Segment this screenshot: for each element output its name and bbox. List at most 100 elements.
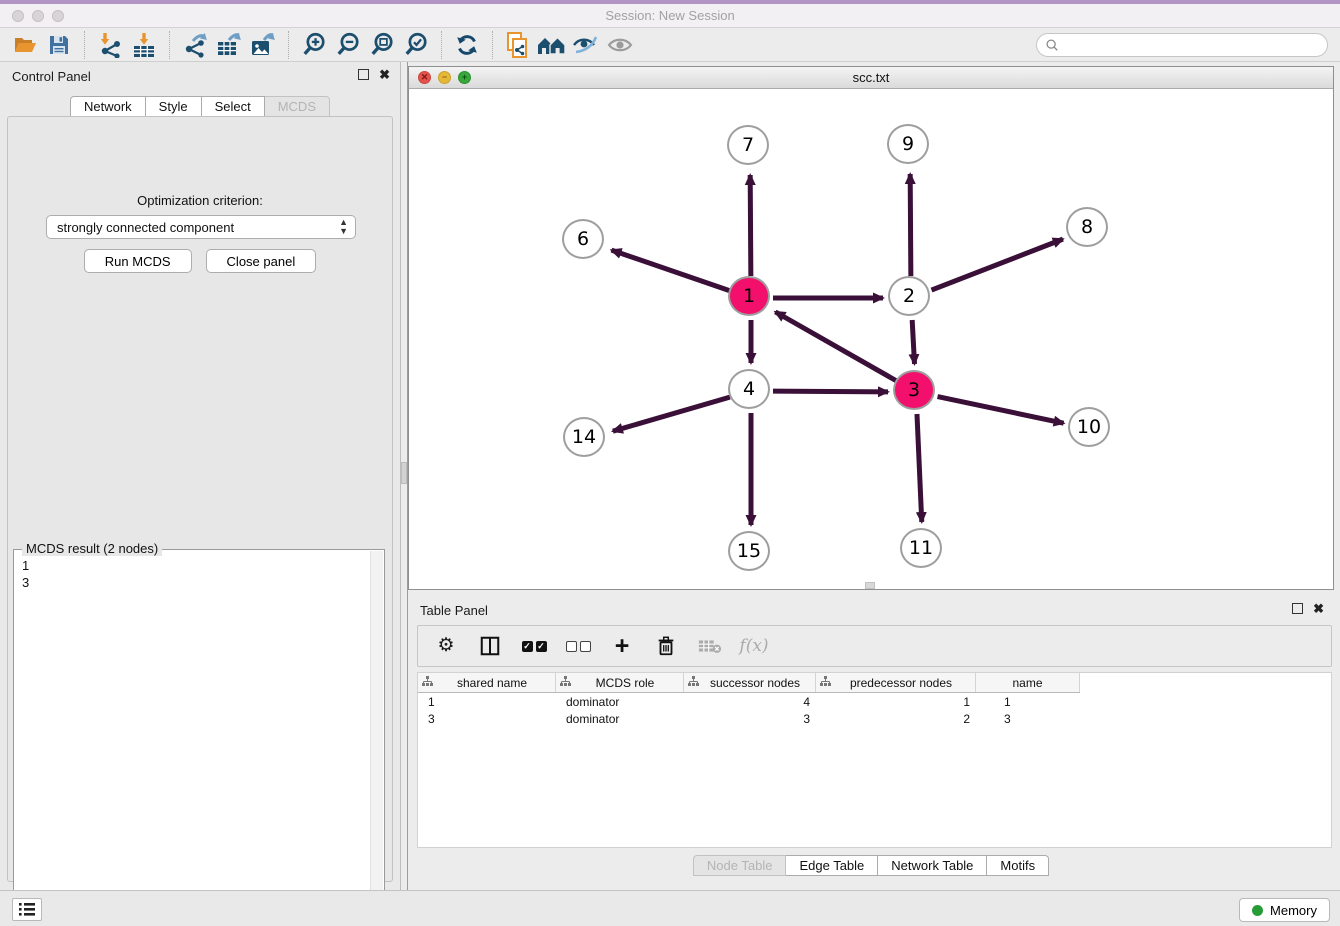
search-input[interactable] <box>1059 38 1327 52</box>
float-panel-icon[interactable] <box>358 69 369 80</box>
save-session-icon[interactable] <box>42 30 76 60</box>
cell-successor-nodes[interactable]: 3 <box>684 712 816 726</box>
graph-node-1[interactable]: 1 <box>728 276 770 316</box>
zoom-in-icon[interactable] <box>297 30 331 60</box>
mcds-tab-panel: Optimization criterion: strongly connect… <box>7 116 393 882</box>
close-table-panel-icon[interactable]: ✖ <box>1313 603 1324 614</box>
cell-predecessor-nodes[interactable]: 1 <box>816 695 976 709</box>
table-settings-icon[interactable]: ⚙ <box>434 634 458 658</box>
toolbar-separator <box>288 31 289 59</box>
network-edges-layer <box>409 89 1333 589</box>
select-all-checks-icon[interactable]: ✓✓ <box>522 634 546 658</box>
column-header-shared-name[interactable]: shared name <box>418 673 556 692</box>
tab-mcds[interactable]: MCDS <box>265 96 330 117</box>
hide-selected-icon[interactable] <box>569 30 603 60</box>
network-canvas[interactable]: 7 9 6 8 1 2 4 3 14 10 15 11 <box>409 89 1333 589</box>
task-history-icon[interactable] <box>12 898 42 921</box>
memory-button[interactable]: Memory <box>1239 898 1330 922</box>
cell-shared-name[interactable]: 3 <box>418 712 556 726</box>
tab-node-table[interactable]: Node Table <box>693 855 787 876</box>
edge-1-6[interactable] <box>611 250 730 291</box>
export-table-icon[interactable] <box>212 30 246 60</box>
column-header-predecessor-nodes[interactable]: predecessor nodes <box>816 673 976 692</box>
zoom-out-icon[interactable] <box>331 30 365 60</box>
import-network-icon[interactable] <box>93 30 127 60</box>
graph-node-15[interactable]: 15 <box>728 531 770 571</box>
edge-3-10[interactable] <box>938 397 1064 424</box>
first-neighbors-icon[interactable] <box>535 30 569 60</box>
add-row-icon[interactable]: + <box>610 634 634 658</box>
run-mcds-button[interactable]: Run MCDS <box>84 249 192 273</box>
graph-node-4[interactable]: 4 <box>728 369 770 409</box>
node-table[interactable]: shared nameMCDS rolesuccessor nodesprede… <box>417 672 1332 848</box>
column-type-icon <box>560 676 571 690</box>
export-network-icon[interactable] <box>178 30 212 60</box>
export-image-icon[interactable] <box>246 30 280 60</box>
criterion-dropdown[interactable]: strongly connected component ▲▼ <box>46 215 356 239</box>
edge-1-7[interactable] <box>750 175 751 276</box>
show-columns-icon[interactable] <box>478 634 502 658</box>
edge-4-14[interactable] <box>613 397 730 431</box>
toolbar-separator <box>84 31 85 59</box>
clone-network-icon[interactable] <box>501 30 535 60</box>
tab-edge-table[interactable]: Edge Table <box>786 855 878 876</box>
cell-mcds-role[interactable]: dominator <box>556 712 684 726</box>
tab-select[interactable]: Select <box>202 96 265 117</box>
horizontal-splitter-grip[interactable] <box>865 582 875 589</box>
delete-row-icon[interactable] <box>654 634 678 658</box>
cell-predecessor-nodes[interactable]: 2 <box>816 712 976 726</box>
graph-node-3[interactable]: 3 <box>893 370 935 410</box>
zoom-selected-icon[interactable] <box>399 30 433 60</box>
float-table-panel-icon[interactable] <box>1292 603 1303 614</box>
main-toolbar <box>0 28 1340 62</box>
edge-3-1[interactable] <box>775 312 897 381</box>
edge-2-8[interactable] <box>932 239 1063 290</box>
graph-node-9[interactable]: 9 <box>887 124 929 164</box>
tab-network-table[interactable]: Network Table <box>878 855 987 876</box>
toolbar-separator <box>441 31 442 59</box>
tab-motifs[interactable]: Motifs <box>987 855 1049 876</box>
clear-all-checks-icon[interactable] <box>566 634 590 658</box>
tab-style[interactable]: Style <box>146 96 202 117</box>
table-tabs: Node TableEdge TableNetwork TableMotifs <box>408 855 1334 876</box>
edge-4-3[interactable] <box>773 391 888 392</box>
graph-node-11[interactable]: 11 <box>900 528 942 568</box>
cell-shared-name[interactable]: 1 <box>418 695 556 709</box>
graph-node-2[interactable]: 2 <box>888 276 930 316</box>
column-header-name[interactable]: name <box>976 673 1080 692</box>
edge-2-3[interactable] <box>912 320 914 364</box>
column-header-successor-nodes[interactable]: successor nodes <box>684 673 816 692</box>
graph-node-8[interactable]: 8 <box>1066 207 1108 247</box>
search-field[interactable] <box>1036 33 1328 57</box>
result-scrollbar[interactable] <box>370 551 383 921</box>
memory-label: Memory <box>1270 903 1317 918</box>
table-row[interactable]: 1dominator411 <box>418 693 1331 710</box>
splitter-grip[interactable] <box>401 462 407 484</box>
control-panel: Control Panel ✖ NetworkStyleSelectMCDS O… <box>0 62 400 890</box>
zoom-fit-icon[interactable] <box>365 30 399 60</box>
close-panel-icon[interactable]: ✖ <box>379 69 390 80</box>
edge-3-11[interactable] <box>917 414 922 522</box>
network-frame-titlebar[interactable]: ✕ − + scc.txt <box>409 67 1333 89</box>
table-body: 1dominator4113dominator323 <box>418 693 1331 727</box>
graph-node-7[interactable]: 7 <box>727 125 769 165</box>
control-panel-title: Control Panel <box>12 69 91 84</box>
table-row[interactable]: 3dominator323 <box>418 710 1331 727</box>
edge-2-9[interactable] <box>910 174 911 276</box>
graph-node-6[interactable]: 6 <box>562 219 604 259</box>
cell-mcds-role[interactable]: dominator <box>556 695 684 709</box>
cell-name[interactable]: 1 <box>976 695 1080 709</box>
window-title: Session: New Session <box>0 8 1340 23</box>
graph-node-14[interactable]: 14 <box>563 417 605 457</box>
vertical-splitter[interactable] <box>400 62 408 890</box>
import-table-icon[interactable] <box>127 30 161 60</box>
graph-node-10[interactable]: 10 <box>1068 407 1110 447</box>
column-header-mcds-role[interactable]: MCDS role <box>556 673 684 692</box>
mcds-result-list: 13 <box>22 557 29 591</box>
open-session-icon[interactable] <box>8 30 42 60</box>
cell-name[interactable]: 3 <box>976 712 1080 726</box>
cell-successor-nodes[interactable]: 4 <box>684 695 816 709</box>
tab-network[interactable]: Network <box>70 96 146 117</box>
close-panel-button[interactable]: Close panel <box>206 249 317 273</box>
refresh-view-icon[interactable] <box>450 30 484 60</box>
